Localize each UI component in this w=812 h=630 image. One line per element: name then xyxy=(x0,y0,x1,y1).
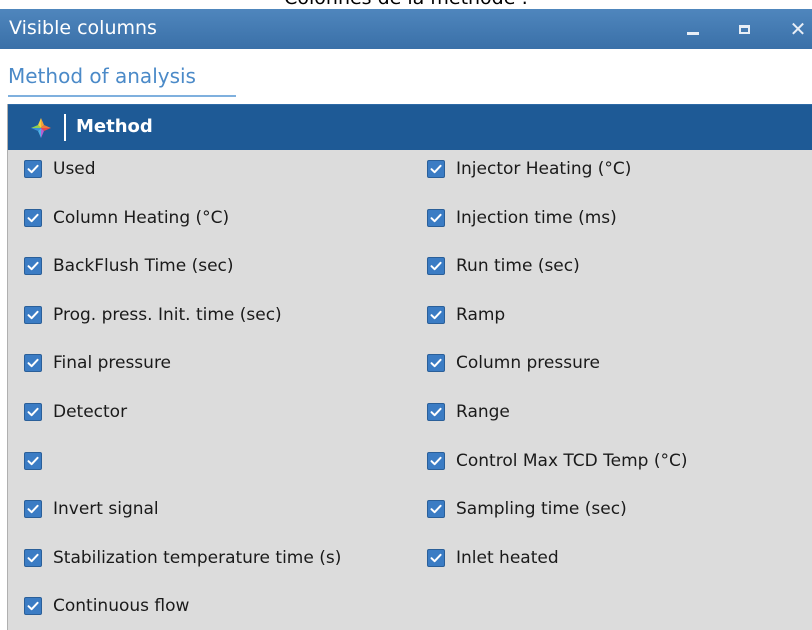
checkmark-icon xyxy=(27,553,39,562)
checkmark-icon xyxy=(27,407,39,417)
column-option-label: Used xyxy=(53,159,96,179)
column-option[interactable]: Continuous flow xyxy=(24,591,189,621)
tab-strip: Method of analysis xyxy=(0,49,812,104)
column-option-label: Injection time (ms) xyxy=(456,207,617,228)
column-option-label: Column Heating (°C) xyxy=(53,207,230,228)
checkbox[interactable] xyxy=(427,548,445,567)
checkmark-icon xyxy=(430,164,442,174)
checkbox[interactable] xyxy=(24,403,42,421)
checkmark-icon xyxy=(430,553,442,562)
minimize-icon xyxy=(687,31,699,35)
visible-columns-window: Visible columns ✕ Method of analysis Met… xyxy=(0,9,812,630)
column-option-label: Injector Heating (°C) xyxy=(456,159,632,179)
checkmark-icon xyxy=(27,213,39,222)
document-heading: Colonnes de la méthode : xyxy=(0,0,812,8)
column-option-label: Range xyxy=(456,402,510,422)
checkbox[interactable] xyxy=(427,305,445,324)
checkmark-icon xyxy=(430,407,442,417)
column-option-label: Invert signal xyxy=(53,499,159,520)
column-option[interactable]: Control Max TCD Temp (°C) xyxy=(427,446,688,476)
checkmark-icon xyxy=(27,164,39,174)
close-icon: ✕ xyxy=(789,17,807,41)
checkbox[interactable] xyxy=(427,500,445,519)
column-option[interactable]: Final pressure xyxy=(24,348,171,378)
column-option[interactable]: Prog. press. Init. time (sec) xyxy=(24,300,282,330)
column-option[interactable]: Used xyxy=(24,154,96,184)
checkmark-icon xyxy=(430,504,442,514)
column-option[interactable]: Detector xyxy=(24,397,127,427)
method-panel: Method Used Column Heating (°C) BackFlush … xyxy=(7,104,812,630)
checkmark-icon xyxy=(27,310,39,319)
checkbox[interactable] xyxy=(427,354,445,373)
checkmark-icon xyxy=(430,456,442,465)
checkbox[interactable] xyxy=(24,548,42,567)
panel-title: Method xyxy=(76,116,153,137)
tab-active-underline xyxy=(8,95,236,97)
column-option-label: Stabilization temperature time (s) xyxy=(53,547,342,568)
column-option[interactable]: Column Heating (°C) xyxy=(24,203,229,233)
checkmark-icon xyxy=(27,456,39,465)
checkbox[interactable] xyxy=(24,500,42,519)
column-option[interactable]: Sampling time (sec) xyxy=(427,494,627,524)
column-option[interactable]: Run time (sec) xyxy=(427,251,580,281)
column-option-label: BackFlush Time (sec) xyxy=(53,256,234,277)
close-button[interactable]: ✕ xyxy=(776,9,812,49)
checkbox[interactable] xyxy=(427,257,445,276)
column-option[interactable] xyxy=(24,446,53,476)
minimize-button[interactable] xyxy=(671,9,715,49)
checkmark-icon xyxy=(27,602,39,611)
maximize-button[interactable] xyxy=(722,9,766,49)
title-bar[interactable]: Visible columns ✕ xyxy=(0,9,812,49)
checkmark-icon xyxy=(27,359,39,368)
checkbox[interactable] xyxy=(24,597,42,616)
column-option-label: Detector xyxy=(53,402,128,422)
checkmark-icon xyxy=(430,359,442,368)
maximize-icon xyxy=(738,24,750,34)
column-option-label: Run time (sec) xyxy=(456,256,580,277)
column-option-label: Inlet heated xyxy=(456,547,559,568)
checkmark-icon xyxy=(430,213,442,222)
checkmark-icon xyxy=(27,261,39,271)
method-logo-icon xyxy=(31,118,51,138)
window-title: Visible columns xyxy=(9,17,157,39)
checkbox[interactable] xyxy=(24,208,42,227)
column-option[interactable]: Column pressure xyxy=(427,348,600,378)
checkmark-icon xyxy=(430,261,442,271)
column-option[interactable]: Invert signal xyxy=(24,494,159,524)
panel-header: Method xyxy=(8,104,812,150)
checkbox[interactable] xyxy=(24,257,42,276)
column-option[interactable]: Stabilization temperature time (s) xyxy=(24,543,341,573)
checkbox[interactable] xyxy=(427,208,445,227)
column-option-label: Final pressure xyxy=(53,353,172,374)
tab-method-of-analysis[interactable]: Method of analysis xyxy=(8,63,236,97)
column-option[interactable]: BackFlush Time (sec) xyxy=(24,251,234,281)
checkbox[interactable] xyxy=(24,354,42,373)
column-option-label: Column pressure xyxy=(456,353,600,374)
column-option[interactable]: Range xyxy=(427,397,510,427)
checkbox[interactable] xyxy=(24,305,42,324)
checkbox[interactable] xyxy=(24,160,42,178)
checkbox[interactable] xyxy=(427,403,445,421)
column-option[interactable]: Ramp xyxy=(427,300,505,330)
checkbox[interactable] xyxy=(24,451,42,470)
checkmark-icon xyxy=(430,310,442,319)
column-option[interactable]: Injector Heating (°C) xyxy=(427,154,631,184)
column-option-label: Continuous flow xyxy=(53,596,190,617)
tab-label: Method of analysis xyxy=(8,64,196,88)
checkbox[interactable] xyxy=(427,451,445,470)
header-separator xyxy=(64,114,66,141)
column-option[interactable]: Injection time (ms) xyxy=(427,203,617,233)
checkmark-icon xyxy=(27,504,39,514)
column-option-label: Ramp xyxy=(456,304,506,325)
checkbox[interactable] xyxy=(427,160,445,178)
column-option-label: Sampling time (sec) xyxy=(456,499,627,520)
column-option-label: Control Max TCD Temp (°C) xyxy=(456,450,688,471)
column-option[interactable]: Inlet heated xyxy=(427,543,559,573)
column-option-label: Prog. press. Init. time (sec) xyxy=(53,304,282,325)
